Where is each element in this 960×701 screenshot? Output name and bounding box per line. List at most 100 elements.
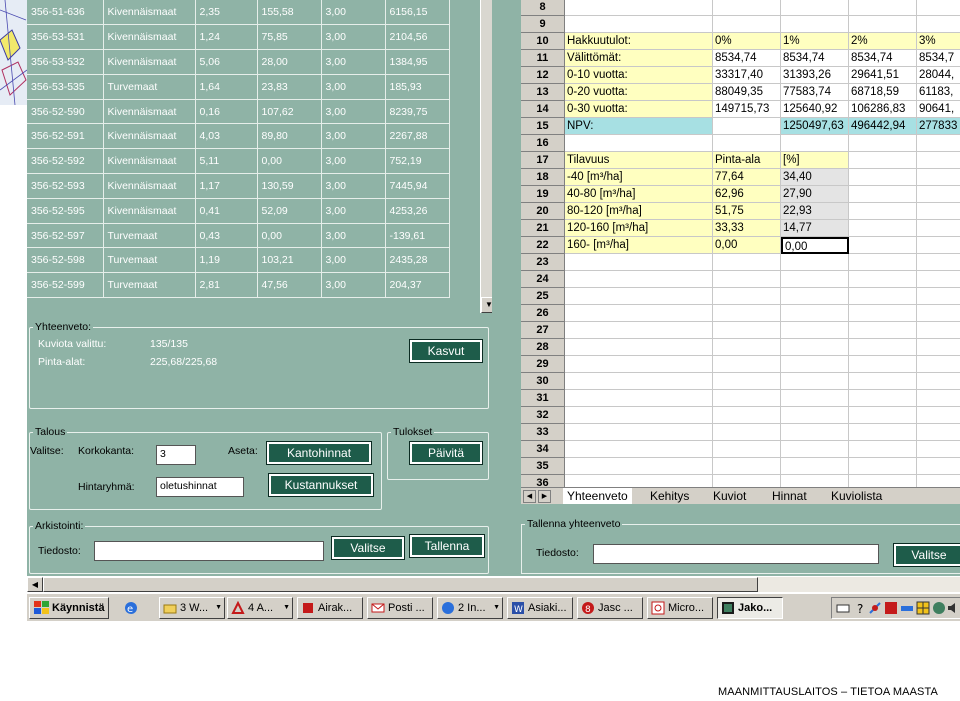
sheet-cell[interactable]: 8534,74 [713, 50, 781, 67]
sheet-cell[interactable] [565, 339, 713, 356]
sheet-cell[interactable]: 40-80 [m³/ha] [565, 186, 713, 203]
sheet-cell[interactable] [849, 203, 917, 220]
sheet-cell[interactable] [849, 373, 917, 390]
sheet-cell[interactable]: 8534,74 [781, 50, 849, 67]
taskbar-item-airak[interactable]: Airak... [297, 597, 363, 619]
parcel-row[interactable]: 356-52-592 Kivennäismaat 5,11 0,00 3,00 752,1… [27, 148, 450, 175]
sheet-cell[interactable]: [%] [781, 152, 849, 169]
sheet-cell[interactable]: 149715,73 [713, 101, 781, 118]
kustannukset-button[interactable]: Kustannukset [268, 473, 374, 497]
sheet-cell[interactable] [917, 0, 960, 16]
sheet-cell[interactable] [565, 441, 713, 458]
sheet-cell[interactable] [713, 118, 781, 135]
sheet-cell[interactable] [565, 458, 713, 475]
row-header[interactable]: 27 [521, 322, 565, 339]
sheet-cell[interactable]: Hakkuutulot: [565, 33, 713, 50]
sheet-cell[interactable]: 3% [917, 33, 960, 50]
sheet-cell[interactable] [849, 0, 917, 16]
sheet-cell[interactable]: 90641, [917, 101, 960, 118]
sheet-cell[interactable] [713, 356, 781, 373]
row-header[interactable]: 29 [521, 356, 565, 373]
horizontal-scroll-thumb[interactable] [43, 577, 758, 592]
parcel-row[interactable]: 356-52-597 Turvemaat 0,43 0,00 3,00 -139,61 [27, 223, 450, 249]
sheet-cell[interactable]: 125640,92 [781, 101, 849, 118]
sheet-cell[interactable]: 8534,74 [849, 50, 917, 67]
sheet-cell[interactable] [565, 322, 713, 339]
sheet-cell[interactable] [849, 186, 917, 203]
sheet-cell[interactable]: 160- [m³/ha] [565, 237, 713, 254]
scroll-left-arrow-icon[interactable]: ◀ [27, 577, 43, 592]
sheet-cell[interactable] [917, 254, 960, 271]
sheet-cell[interactable] [917, 390, 960, 407]
sheet-cell[interactable] [917, 475, 960, 487]
taskbar-item-micro[interactable]: Micro... [647, 597, 713, 619]
sheet-cell[interactable] [849, 475, 917, 487]
tiedosto-input[interactable] [94, 541, 324, 561]
row-header[interactable]: 32 [521, 407, 565, 424]
parcel-row[interactable]: 356-53-531 Kivennäismaat 1,24 75,85 3,00 2104… [27, 24, 450, 51]
sheet-cell[interactable] [781, 458, 849, 475]
internet-explorer-icon[interactable]: e [123, 601, 139, 615]
tab-kehitys[interactable]: Kehitys [646, 488, 693, 504]
sheet-cell[interactable] [917, 152, 960, 169]
sheet-cell[interactable] [849, 220, 917, 237]
arkistointi-valitse-button[interactable]: Valitse [331, 536, 405, 560]
sheet-cell[interactable] [565, 424, 713, 441]
sheet-cell[interactable] [849, 169, 917, 186]
sheet-cell[interactable]: 14,77 [781, 220, 849, 237]
row-header[interactable]: 28 [521, 339, 565, 356]
sheet-cell[interactable] [917, 203, 960, 220]
sheet-cell[interactable] [849, 458, 917, 475]
korkokanta-input[interactable]: 3 [156, 445, 196, 465]
sheet-cell[interactable] [713, 305, 781, 322]
sheet-cell[interactable] [849, 339, 917, 356]
sheet-cell[interactable] [917, 356, 960, 373]
parcel-row[interactable]: 356-52-595 Kivennäismaat 0,41 52,09 3,00 4253… [27, 198, 450, 224]
sheet-cell[interactable]: 77,64 [713, 169, 781, 186]
sheet-cell[interactable] [565, 475, 713, 487]
sheet-cell[interactable] [713, 254, 781, 271]
taskbar-item-asiaki[interactable]: W Asiaki... [507, 597, 573, 619]
row-header[interactable]: 18 [521, 169, 565, 186]
kantohinnat-button[interactable]: Kantohinnat [266, 441, 372, 465]
sheet-cell[interactable] [917, 305, 960, 322]
taskbar-item-acrobat[interactable]: 4 A... ▼ [227, 597, 293, 619]
sheet-cell[interactable] [781, 288, 849, 305]
sheet-cell[interactable] [849, 390, 917, 407]
sheet-cell[interactable] [849, 322, 917, 339]
help-icon[interactable]: ? [854, 601, 868, 615]
sheet-cell[interactable] [713, 322, 781, 339]
sheet-cell[interactable]: 2% [849, 33, 917, 50]
row-header[interactable]: 16 [521, 135, 565, 152]
parcel-row[interactable]: 356-52-593 Kivennäismaat 1,17 130,59 3,00 744… [27, 173, 450, 199]
tab-yhteenveto[interactable]: Yhteenveto [563, 488, 632, 504]
antivirus-icon[interactable] [932, 601, 946, 615]
row-header[interactable]: 22 [521, 237, 565, 254]
row-header[interactable]: 19 [521, 186, 565, 203]
selected-cell[interactable]: 0,00 [781, 237, 849, 254]
taskbar-item-posti[interactable]: Posti ... [367, 597, 433, 619]
row-header[interactable]: 20 [521, 203, 565, 220]
sheet-cell[interactable] [849, 424, 917, 441]
sheet-cell[interactable] [849, 16, 917, 33]
sheet-cell[interactable] [917, 288, 960, 305]
sheet-cell[interactable]: 277833 [917, 118, 960, 135]
keyboard-icon[interactable] [836, 601, 850, 615]
row-header[interactable]: 12 [521, 67, 565, 84]
sheet-cell[interactable] [917, 169, 960, 186]
sheet-cell[interactable]: 61183, [917, 84, 960, 101]
tab-kuviolista[interactable]: Kuviolista [827, 488, 886, 504]
sheet-cell[interactable] [565, 271, 713, 288]
sheet-cell[interactable] [565, 0, 713, 16]
sheet-cell[interactable] [713, 135, 781, 152]
sheet-cell[interactable] [849, 237, 917, 254]
sheet-cell[interactable] [781, 322, 849, 339]
taskbar-item-internet[interactable]: 2 In... ▼ [437, 597, 503, 619]
tallenna-tiedosto-input[interactable] [593, 544, 879, 564]
sheet-cell[interactable] [713, 288, 781, 305]
tallenna-button[interactable]: Tallenna [409, 534, 485, 558]
sheet-cell[interactable] [713, 373, 781, 390]
sheet-cell[interactable] [917, 424, 960, 441]
sheet-cell[interactable]: 1% [781, 33, 849, 50]
tab-hinnat[interactable]: Hinnat [768, 488, 811, 504]
